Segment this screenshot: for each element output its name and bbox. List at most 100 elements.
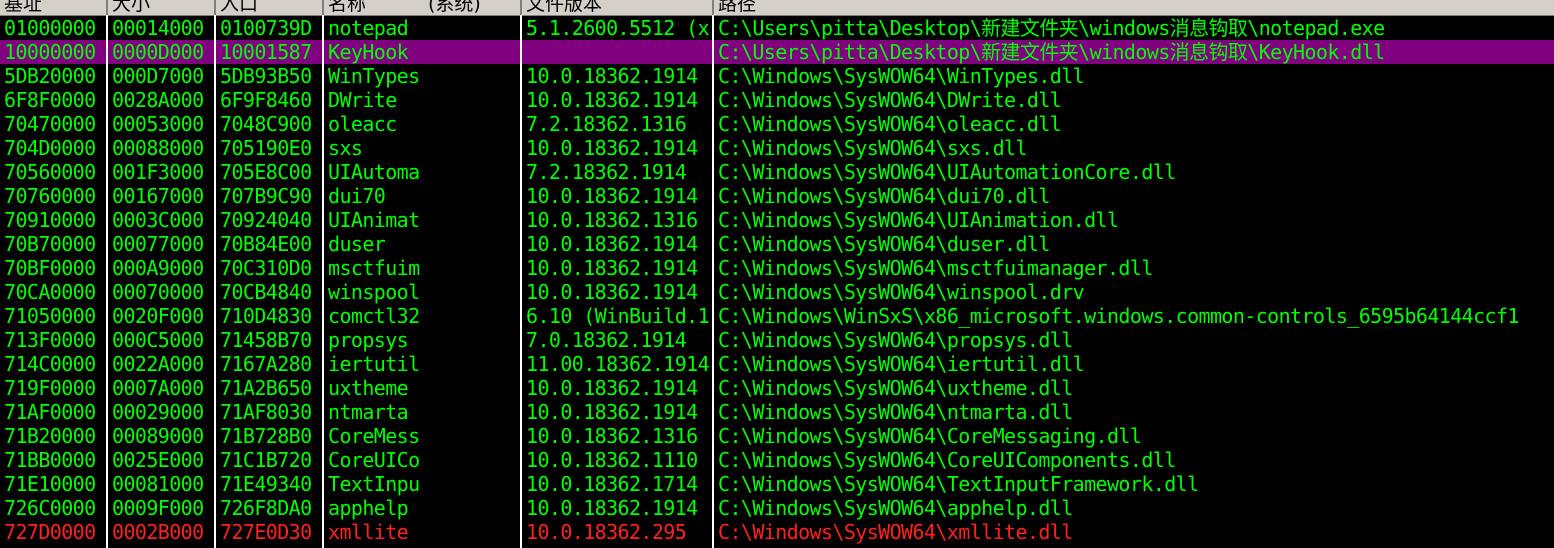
version-cell: 10.0.18362.1316: [526, 208, 698, 232]
version-cell: [522, 40, 714, 64]
table-row[interactable]: 70760000 00167000 707B9C90 dui70 10.0.18362.…: [0, 184, 1554, 208]
table-row[interactable]: 713F0000 000C5000 71458B70 propsys 7.0.18362…: [0, 328, 1554, 352]
table-row[interactable]: 70B70000 00077000 70B84E00 duser 10.0.18362.…: [0, 232, 1554, 256]
column-separator: [106, 15, 108, 548]
version-cell: 10.0.18362.1914: [526, 184, 698, 208]
version-cell: 10.0.18362.1110: [526, 448, 698, 472]
base-cell: 71050000: [4, 304, 96, 328]
base-cell: 719F0000: [4, 376, 96, 400]
version-cell: 5.1.2600.5512 (x: [526, 16, 710, 40]
table-row[interactable]: 01000000 00014000 0100739D notepad 5.1.2600.…: [0, 16, 1554, 40]
entry-cell: 7048C900: [220, 112, 312, 136]
size-cell: 0007A000: [112, 376, 204, 400]
table-row[interactable]: 71BB0000 0025E000 71C1B720 CoreUICo 10.0.183…: [0, 448, 1554, 472]
table-row[interactable]: 71AF0000 00029000 71AF8030 ntmarta 10.0.1836…: [0, 400, 1554, 424]
header-base[interactable]: 基址: [0, 0, 108, 15]
table-row[interactable]: 714C0000 0022A000 7167A280 iertutil 11.00.18…: [0, 352, 1554, 376]
size-cell: 0025E000: [112, 448, 204, 472]
base-cell: 71BB0000: [4, 448, 96, 472]
base-cell: 71B20000: [4, 424, 96, 448]
header-entry[interactable]: 入口: [216, 0, 324, 15]
name-cell: comctl32: [328, 304, 420, 328]
name-cell: winspool: [328, 280, 420, 304]
entry-cell: 70B84E00: [220, 232, 312, 256]
size-cell: 00070000: [112, 280, 204, 304]
path-cell: C:\Windows\SysWOW64\oleacc.dll: [718, 112, 1062, 136]
table-row[interactable]: 70BF0000 000A9000 70C310D0 msctfuim 10.0.183…: [0, 256, 1554, 280]
header-file-version[interactable]: 文件版本: [522, 0, 714, 15]
base-cell: 01000000: [4, 16, 96, 40]
base-cell: 714C0000: [4, 352, 96, 376]
name-cell: dui70: [328, 184, 386, 208]
path-cell: C:\Windows\SysWOW64\CoreUIComponents.dll: [718, 448, 1176, 472]
column-separator: [214, 15, 216, 548]
entry-cell: 0100739D: [220, 16, 312, 40]
entry-cell: 6F9F8460: [220, 88, 312, 112]
table-row[interactable]: 5DB20000 000D7000 5DB93B50 WinTypes 10.0.183…: [0, 64, 1554, 88]
column-separator: [322, 15, 324, 548]
base-cell: 70560000: [4, 160, 96, 184]
table-row[interactable]: 704D0000 00088000 705190E0 sxs 10.0.18362.19…: [0, 136, 1554, 160]
version-cell: 10.0.18362.1914: [526, 496, 698, 520]
path-cell: C:\Users\pitta\Desktop\新建文件夹\windows消息钩取…: [718, 16, 1385, 40]
version-cell: 10.0.18362.1914: [526, 232, 698, 256]
version-cell: 6.10 (WinBuild.1: [526, 304, 710, 328]
base-cell: 71AF0000: [4, 400, 96, 424]
path-cell: C:\Windows\SysWOW64\apphelp.dll: [718, 496, 1073, 520]
table-row[interactable]: 71E10000 00081000 71E49340 TextInpu 10.0.183…: [0, 472, 1554, 496]
path-cell: C:\Users\pitta\Desktop\新建文件夹\windows消息钩取…: [718, 40, 1385, 64]
table-row[interactable]: 726C0000 0009F000 726F8DA0 apphelp 10.0.1836…: [0, 496, 1554, 520]
size-cell: 00167000: [112, 184, 204, 208]
base-cell: 726C0000: [4, 496, 96, 520]
table-row[interactable]: 70910000 0003C000 70924040 UIAnimat 10.0.183…: [0, 208, 1554, 232]
entry-cell: 726F8DA0: [220, 496, 312, 520]
name-cell: oleacc: [328, 112, 397, 136]
size-cell: 0022A000: [112, 352, 204, 376]
base-cell: 70470000: [4, 112, 96, 136]
entry-cell: 710D4830: [220, 304, 312, 328]
column-separator: [712, 15, 714, 548]
table-row[interactable]: 71050000 0020F000 710D4830 comctl32 6.10 (Wi…: [0, 304, 1554, 328]
table-row[interactable]: 70560000 001F3000 705E8C00 UIAutoma 7.2.1836…: [0, 160, 1554, 184]
table-row[interactable]: 6F8F0000 0028A000 6F9F8460 DWrite 10.0.18362…: [0, 88, 1554, 112]
path-cell: C:\Windows\SysWOW64\TextInputFramework.d…: [718, 472, 1199, 496]
path-cell: C:\Windows\SysWOW64\DWrite.dll: [718, 88, 1062, 112]
table-row[interactable]: 10000000 0000D000 10001587 KeyHook C:\Users\…: [0, 40, 1554, 64]
size-cell: 00089000: [112, 424, 204, 448]
name-cell: apphelp: [328, 496, 409, 520]
header-size[interactable]: 大小: [108, 0, 216, 15]
version-cell: 10.0.18362.295: [526, 520, 687, 544]
entry-cell: 70CB4840: [220, 280, 312, 304]
base-cell: 70910000: [4, 208, 96, 232]
version-cell: 10.0.18362.1914: [526, 376, 698, 400]
table-row[interactable]: 71B20000 00089000 71B728B0 CoreMess 10.0.183…: [0, 424, 1554, 448]
header-name-label: 名称: [328, 0, 367, 15]
size-cell: 0009F000: [112, 496, 204, 520]
base-cell: 6F8F0000: [4, 88, 96, 112]
version-cell: 7.2.18362.1914: [526, 160, 687, 184]
path-cell: C:\Windows\SysWOW64\UIAutomationCore.dll: [718, 160, 1176, 184]
name-cell: DWrite: [328, 88, 397, 112]
table-row[interactable]: 727D0000 0002B000 727E0D30 xmllite 10.0.1836…: [0, 520, 1554, 544]
version-cell: 11.00.18362.1914: [526, 352, 710, 376]
header-path[interactable]: 路径: [714, 0, 1554, 15]
table-row[interactable]: 719F0000 0007A000 71A2B650 uxtheme 10.0.1836…: [0, 376, 1554, 400]
entry-cell: 5DB93B50: [220, 64, 312, 88]
table-row[interactable]: 70470000 00053000 7048C900 oleacc 7.2.18362.…: [0, 112, 1554, 136]
path-cell: C:\Windows\SysWOW64\UIAnimation.dll: [718, 208, 1119, 232]
path-cell: C:\Windows\SysWOW64\msctfuimanager.dll: [718, 256, 1153, 280]
version-cell: 10.0.18362.1714: [526, 472, 698, 496]
name-cell: propsys: [328, 328, 409, 352]
header-name[interactable]: 名称 (系统): [324, 0, 522, 15]
name-cell: sxs: [328, 136, 363, 160]
size-cell: 0003C000: [112, 208, 204, 232]
name-cell: xmllite: [328, 520, 409, 544]
version-cell: 10.0.18362.1914: [526, 64, 698, 88]
table-row[interactable]: 70CA0000 00070000 70CB4840 winspool 10.0.183…: [0, 280, 1554, 304]
path-cell: C:\Windows\SysWOW64\duser.dll: [718, 232, 1050, 256]
base-cell: 713F0000: [4, 328, 96, 352]
name-cell: UIAnimat: [328, 208, 420, 232]
path-cell: C:\Windows\WinSxS\x86_microsoft.windows.…: [718, 304, 1519, 328]
name-cell: TextInpu: [328, 472, 420, 496]
path-cell: C:\Windows\SysWOW64\xmllite.dll: [718, 520, 1073, 544]
